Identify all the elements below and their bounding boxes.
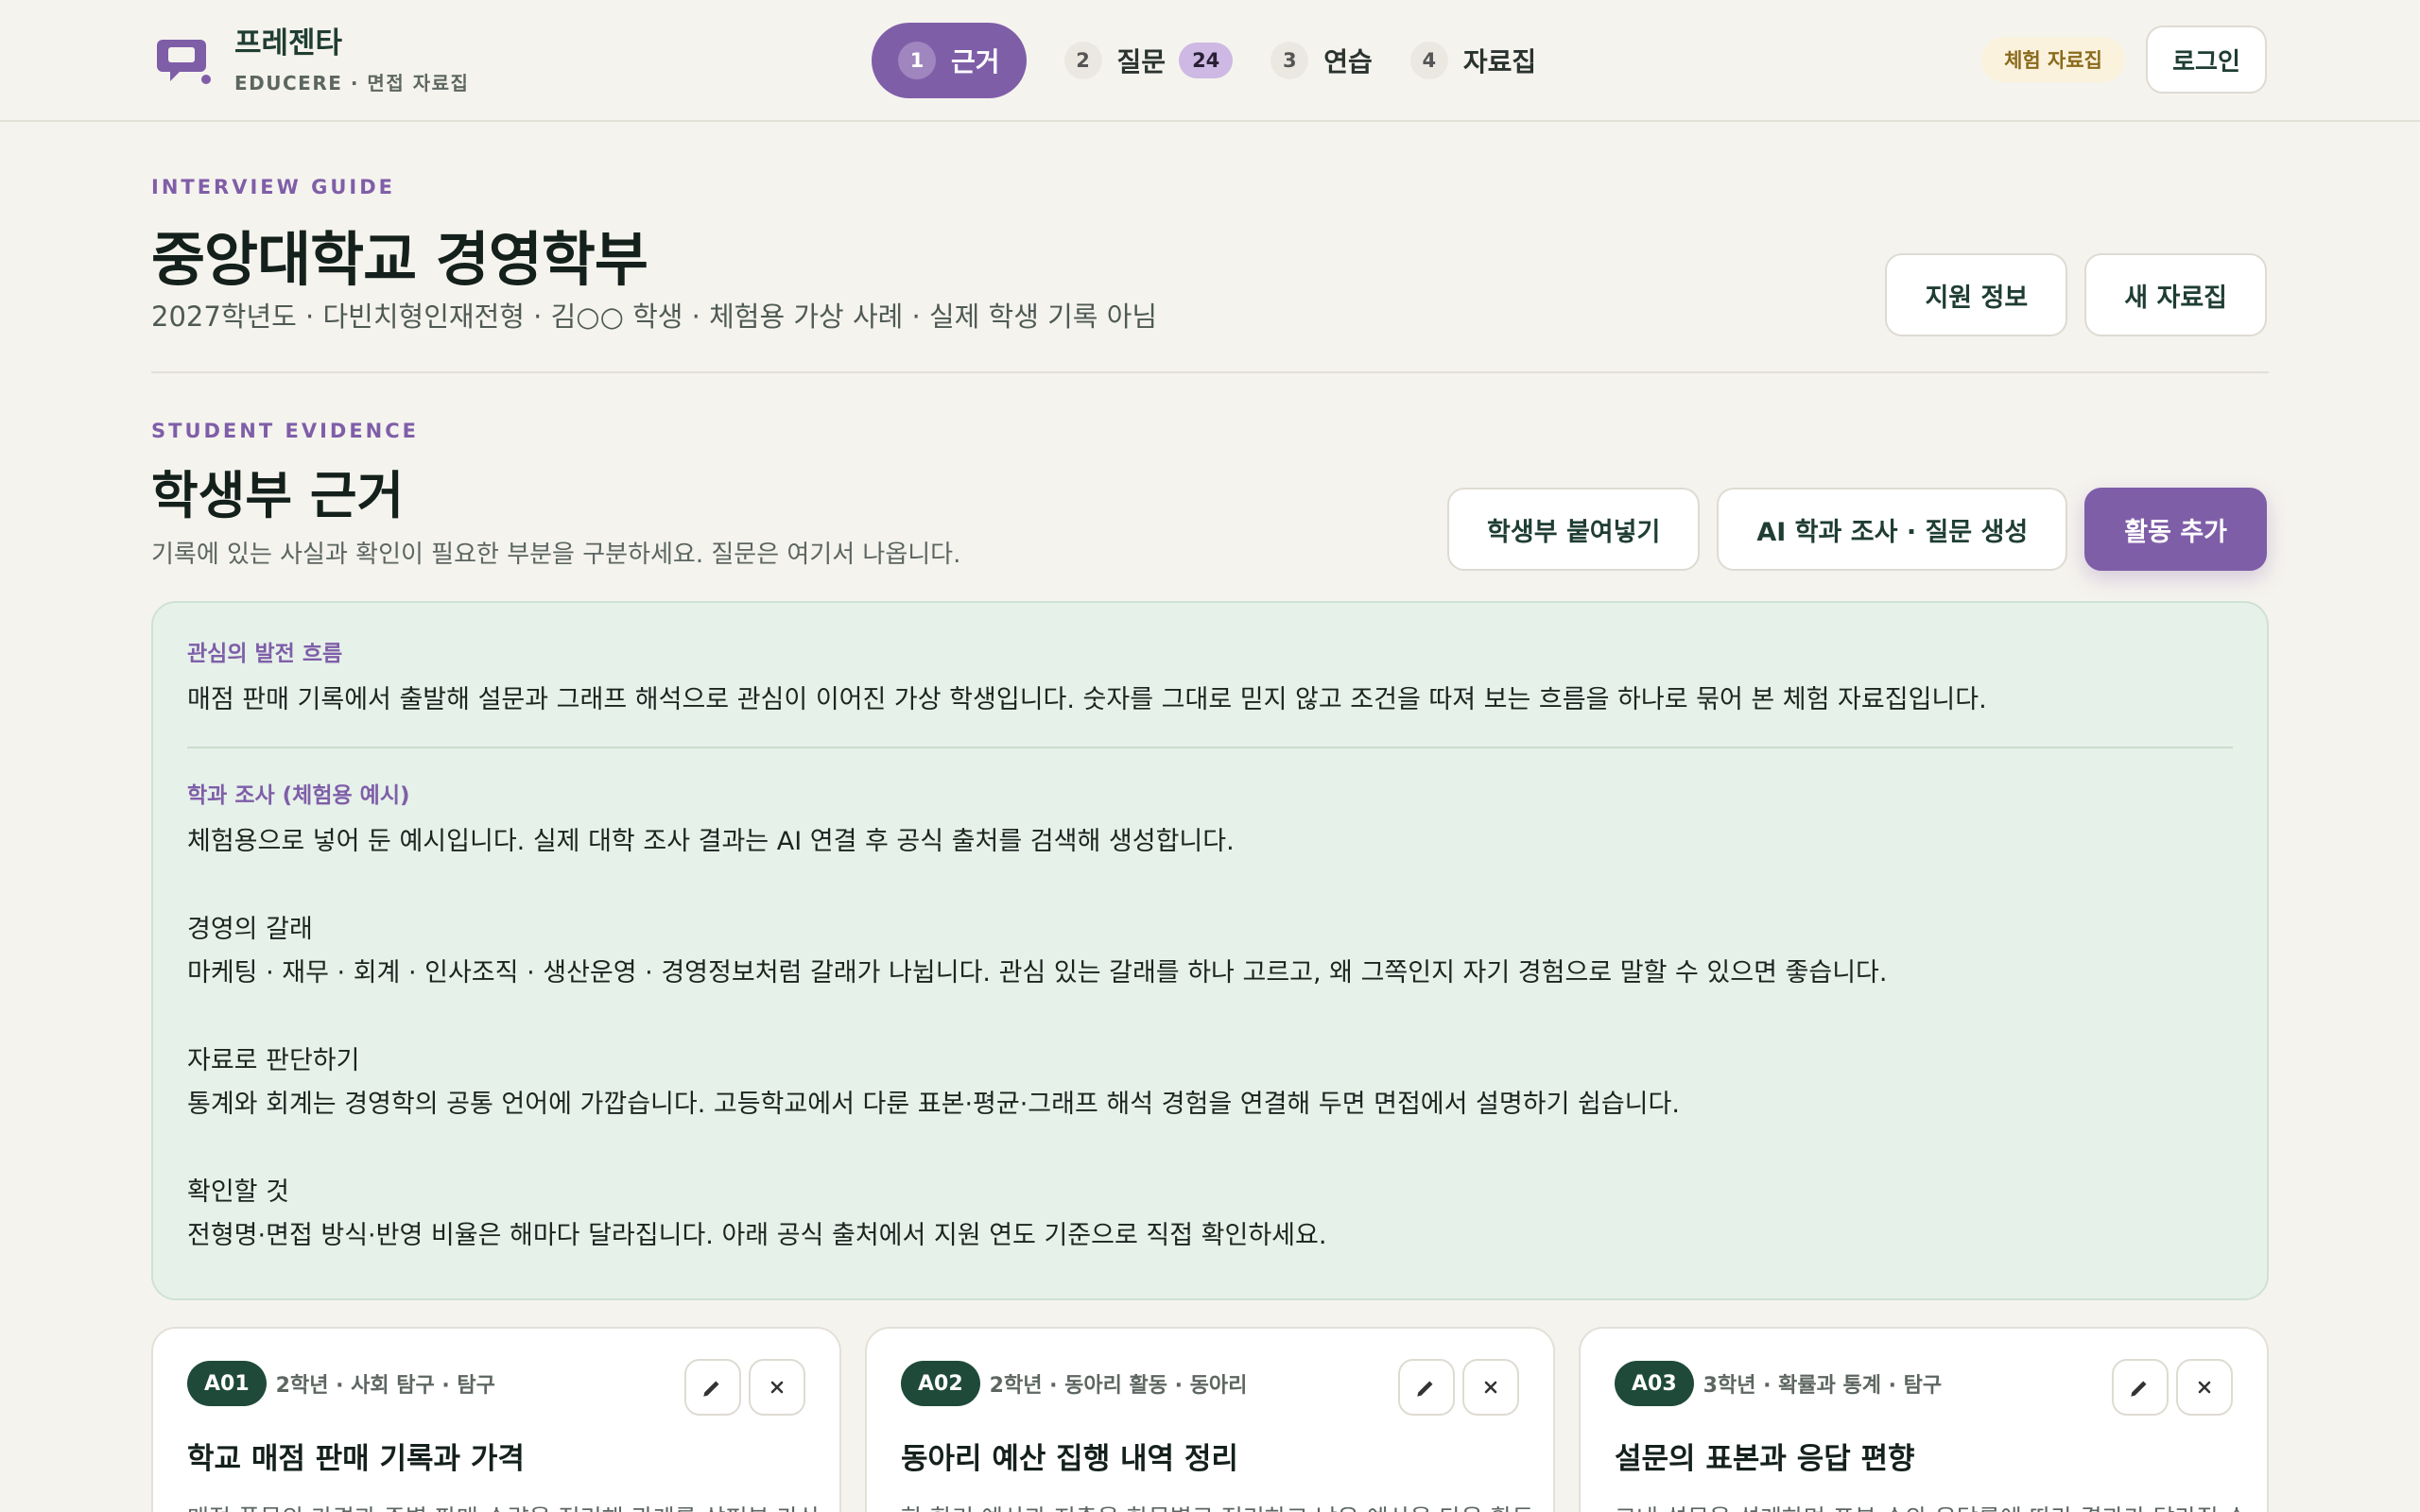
section-eyebrow: STUDENT EVIDENCE: [151, 420, 420, 442]
step-label: 자료집: [1462, 46, 1537, 77]
pencil-icon: [1417, 1381, 1433, 1397]
research-block-title: 자료로 판단하기: [187, 1046, 360, 1075]
section-subtitle: 기록에 있는 사실과 확인이 필요한 부분을 구분하세요. 질문은 여기서 나옵…: [151, 541, 961, 569]
research-block-text: 마케팅 · 재무 · 회계 · 인사조직 · 생산운영 · 경영정보처럼 갈래가…: [187, 958, 1888, 988]
activity-title: 설문의 표본과 응답 편향: [1615, 1442, 1915, 1476]
brand[interactable]: 프레젠타 EDUCERE · 면접 자료집: [157, 25, 469, 95]
section-title: 학생부 근거: [151, 466, 405, 525]
activity-title: 학교 매점 판매 기록과 가격: [187, 1442, 525, 1476]
pencil-icon: [703, 1381, 719, 1397]
step-tab-collection[interactable]: 4 자료집: [1409, 23, 1537, 98]
step-number: 3: [1270, 42, 1309, 79]
step-number: 2: [1063, 42, 1102, 79]
divider: [151, 371, 2269, 373]
research-label: 학과 조사 (체험용 예시): [187, 783, 410, 808]
step-tab-questions[interactable]: 2 질문 24: [1063, 23, 1234, 98]
activity-card[interactable]: A03 3학년 · 확률과 통계 · 탐구 설문의 표본과 응답 편향 교내 설…: [1579, 1327, 2269, 1512]
activity-card[interactable]: A01 2학년 · 사회 탐구 · 탐구 학교 매점 판매 기록과 가격 매점 …: [151, 1327, 841, 1512]
step-number: 4: [1409, 42, 1448, 79]
activity-description: 교내 설문을 설계하며 표본 수와 응답률에 따라 결과가 달라질 수: [1615, 1500, 2248, 1512]
question-count-badge: 24: [1179, 43, 1234, 78]
step-number: 1: [898, 42, 936, 79]
top-bar: 프레젠타 EDUCERE · 면접 자료집 1 근거 2 질문 24 3 연습 …: [0, 0, 2420, 122]
close-icon: [2198, 1381, 2211, 1394]
section-actions: 학생부 붙여넣기 AI 학과 조사 · 질문 생성 활동 추가: [1430, 488, 2267, 571]
research-block-text: 전형명·면접 방식·반영 비율은 해마다 달라집니다. 아래 공식 출처에서 지…: [187, 1221, 1327, 1250]
activity-title: 동아리 예산 집행 내역 정리: [901, 1442, 1238, 1476]
page-subtitle: 2027학년도 · 다빈치형인재전형 · 김○○ 학생 · 체험용 가상 사례 …: [151, 301, 1158, 333]
brand-name: 프레젠타: [234, 26, 343, 60]
close-icon: [1484, 1381, 1497, 1394]
login-button[interactable]: 로그인: [2146, 26, 2267, 94]
evidence-panel: 관심의 발전 흐름 매점 판매 기록에서 출발해 설문과 그래프 해석으로 관심…: [151, 601, 2269, 1300]
top-right-actions: 체험 자료집 로그인: [1981, 26, 2267, 94]
delete-button[interactable]: [749, 1359, 805, 1416]
step-label: 질문: [1116, 46, 1167, 77]
activity-meta: 3학년 · 확률과 통계 · 탐구: [1703, 1374, 1943, 1398]
flow-label: 관심의 발전 흐름: [187, 642, 343, 666]
research-intro: 체험용으로 넣어 둔 예시입니다. 실제 대학 조사 결과는 AI 연결 후 공…: [187, 827, 1235, 856]
close-icon: [770, 1381, 784, 1394]
activity-id-badge: A03: [1615, 1361, 1694, 1406]
chat-bubble-icon: [157, 32, 214, 89]
edit-button[interactable]: [684, 1359, 741, 1416]
demo-badge: 체험 자료집: [1981, 37, 2125, 82]
step-tab-evidence[interactable]: 1 근거: [872, 23, 1027, 98]
research-block-title: 확인할 것: [187, 1177, 289, 1207]
edit-button[interactable]: [2112, 1359, 2169, 1416]
brand-subtitle: EDUCERE · 면접 자료집: [234, 72, 470, 94]
edit-button[interactable]: [1398, 1359, 1455, 1416]
step-label: 근거: [951, 46, 1000, 77]
delete-button[interactable]: [2176, 1359, 2233, 1416]
panel-divider: [187, 747, 2233, 748]
step-nav: 1 근거 2 질문 24 3 연습 4 자료집: [872, 23, 1574, 98]
activity-card-list: A01 2학년 · 사회 탐구 · 탐구 학교 매점 판매 기록과 가격 매점 …: [151, 1327, 2269, 1512]
header-eyebrow: INTERVIEW GUIDE: [151, 176, 395, 198]
page-title: 중앙대학교 경영학부: [151, 225, 648, 294]
activity-description: 매점 품목의 가격과 주별 판매 수량을 정리해 관계를 살펴본 가상: [187, 1500, 821, 1512]
ai-research-button[interactable]: AI 학과 조사 · 질문 생성: [1717, 488, 2068, 571]
flow-text: 매점 판매 기록에서 출발해 설문과 그래프 해석으로 관심이 이어진 가상 학…: [187, 685, 1987, 714]
application-info-button[interactable]: 지원 정보: [1885, 253, 2068, 336]
activity-card[interactable]: A02 2학년 · 동아리 활동 · 동아리 동아리 예산 집행 내역 정리 한…: [865, 1327, 1555, 1512]
paste-record-button[interactable]: 학생부 붙여넣기: [1447, 488, 1701, 571]
activity-meta: 2학년 · 동아리 활동 · 동아리: [989, 1374, 1248, 1398]
add-activity-button[interactable]: 활동 추가: [2084, 488, 2267, 571]
pencil-icon: [2131, 1381, 2147, 1397]
activity-description: 한 학기 예산과 지출을 항목별로 정리하고 남은 예산을 다음 활동: [901, 1500, 1534, 1512]
delete-button[interactable]: [1462, 1359, 1519, 1416]
step-label: 연습: [1323, 46, 1373, 77]
activity-id-badge: A02: [901, 1361, 980, 1406]
step-tab-practice[interactable]: 3 연습: [1270, 23, 1373, 98]
research-block-title: 경영의 갈래: [187, 915, 313, 944]
header-actions: 지원 정보 새 자료집: [1868, 253, 2267, 336]
new-collection-button[interactable]: 새 자료집: [2084, 253, 2267, 336]
activity-meta: 2학년 · 사회 탐구 · 탐구: [275, 1374, 495, 1398]
research-block-text: 통계와 회계는 경영학의 공통 언어에 가깝습니다. 고등학교에서 다룬 표본·…: [187, 1090, 1680, 1119]
activity-id-badge: A01: [187, 1361, 267, 1406]
